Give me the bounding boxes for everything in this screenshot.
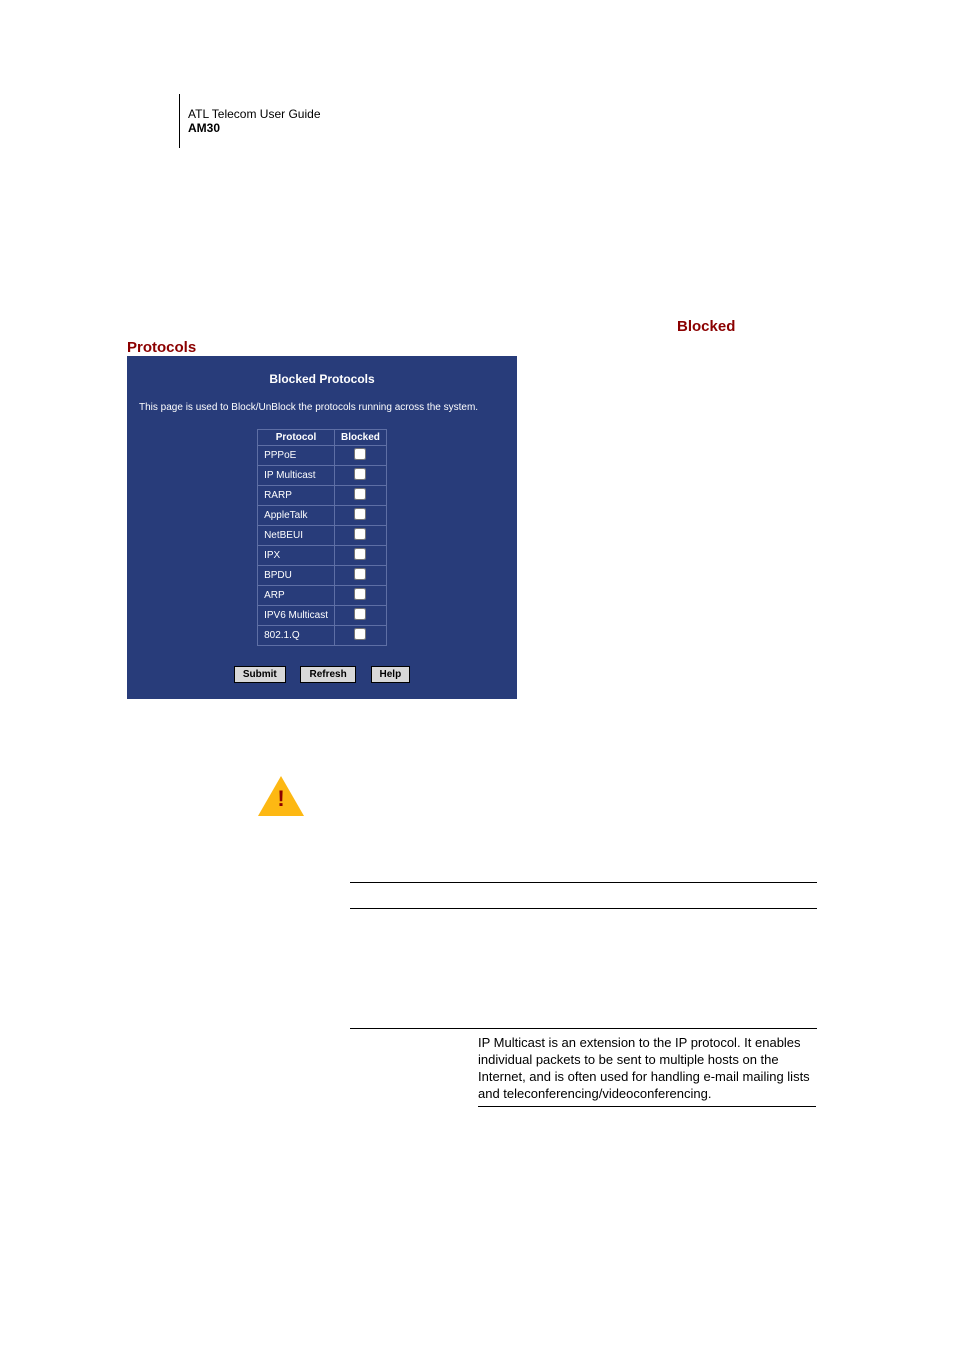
- ip-multicast-description: IP Multicast is an extension to the IP p…: [478, 1035, 816, 1107]
- table-row: AppleTalk: [258, 506, 387, 526]
- button-row: Submit Refresh Help: [139, 666, 505, 683]
- table-row: BPDU: [258, 566, 387, 586]
- protocol-name: NetBEUI: [258, 526, 335, 546]
- panel-title: Blocked Protocols: [139, 372, 505, 386]
- table-row: ARP: [258, 586, 387, 606]
- protocol-name: RARP: [258, 486, 335, 506]
- table-row: IP Multicast: [258, 466, 387, 486]
- exclamation-icon: !: [277, 786, 284, 812]
- protocol-name: IPV6 Multicast: [258, 606, 335, 626]
- protocol-name: IPX: [258, 546, 335, 566]
- blocked-checkbox-ipmulticast[interactable]: [354, 468, 366, 480]
- blocked-checkbox-arp[interactable]: [354, 588, 366, 600]
- blocked-protocols-panel: Blocked Protocols This page is used to B…: [127, 356, 517, 699]
- doc-guide-line: ATL Telecom User Guide: [188, 107, 321, 121]
- blocked-checkbox-appletalk[interactable]: [354, 508, 366, 520]
- doc-header: ATL Telecom User Guide AM30: [179, 94, 321, 148]
- blocked-checkbox-8021q[interactable]: [354, 628, 366, 640]
- table-row: PPPoE: [258, 446, 387, 466]
- protocol-name: IP Multicast: [258, 466, 335, 486]
- col-blocked: Blocked: [335, 430, 387, 446]
- blocked-checkbox-pppoe[interactable]: [354, 448, 366, 460]
- submit-button[interactable]: Submit: [234, 666, 286, 683]
- panel-description: This page is used to Block/UnBlock the p…: [139, 402, 505, 413]
- divider: [350, 908, 817, 909]
- table-row: IPX: [258, 546, 387, 566]
- heading-protocols: Protocols: [127, 339, 196, 356]
- blocked-checkbox-ipx[interactable]: [354, 548, 366, 560]
- blocked-checkbox-netbeui[interactable]: [354, 528, 366, 540]
- doc-model-line: AM30: [188, 121, 321, 135]
- divider: [350, 882, 817, 883]
- blocked-checkbox-ipv6multicast[interactable]: [354, 608, 366, 620]
- warning-icon: !: [258, 776, 304, 818]
- table-row: NetBEUI: [258, 526, 387, 546]
- col-protocol: Protocol: [258, 430, 335, 446]
- divider: [350, 1028, 817, 1029]
- table-row: 802.1.Q: [258, 626, 387, 646]
- blocked-checkbox-bpdu[interactable]: [354, 568, 366, 580]
- refresh-button[interactable]: Refresh: [300, 666, 355, 683]
- blocked-checkbox-rarp[interactable]: [354, 488, 366, 500]
- table-row: RARP: [258, 486, 387, 506]
- protocol-name: BPDU: [258, 566, 335, 586]
- help-button[interactable]: Help: [371, 666, 411, 683]
- protocol-table: Protocol Blocked PPPoE IP Multicast RARP…: [257, 429, 387, 646]
- heading-blocked: Blocked: [677, 318, 735, 335]
- table-header-row: Protocol Blocked: [258, 430, 387, 446]
- protocol-name: ARP: [258, 586, 335, 606]
- protocol-name: AppleTalk: [258, 506, 335, 526]
- table-row: IPV6 Multicast: [258, 606, 387, 626]
- protocol-name: 802.1.Q: [258, 626, 335, 646]
- protocol-name: PPPoE: [258, 446, 335, 466]
